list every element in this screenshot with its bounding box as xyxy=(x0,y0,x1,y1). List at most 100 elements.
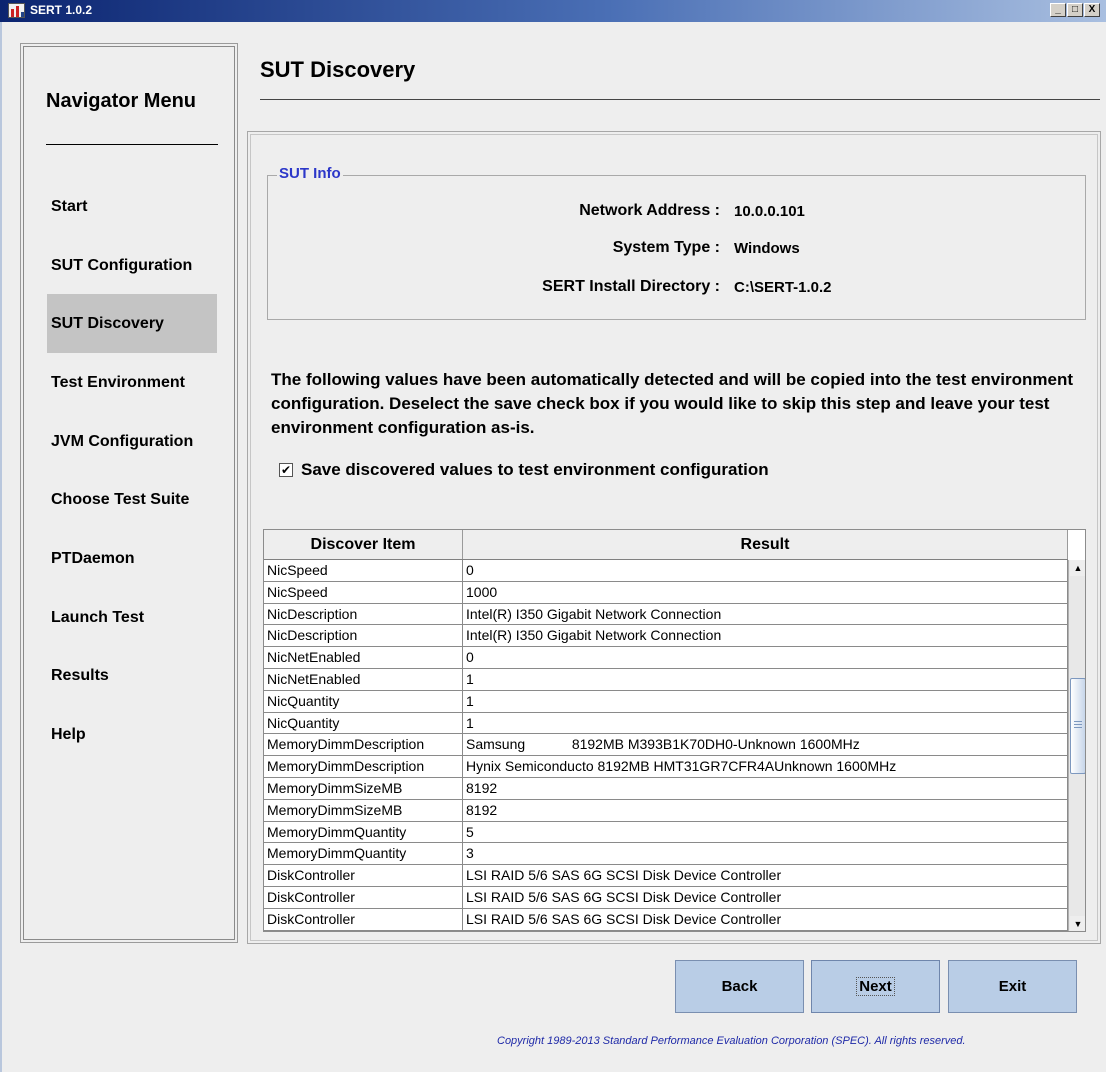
copyright-notice: Copyright 1989-2013 Standard Performance… xyxy=(497,1035,966,1047)
discover-item-cell: DiskController xyxy=(264,865,463,887)
result-cell: Intel(R) I350 Gigabit Network Connection xyxy=(463,625,1068,648)
table-row[interactable]: MemoryDimmQuantity 5 xyxy=(264,821,1068,844)
discover-item-cell: NicNetEnabled xyxy=(264,647,463,669)
system-type-label: System Type : xyxy=(612,239,720,256)
table-row[interactable]: MemoryDimmSizeMB 8192 xyxy=(264,777,1068,800)
sut-info-legend: SUT Info xyxy=(277,165,343,182)
discover-item-cell: MemoryDimmDescription xyxy=(264,756,463,778)
table-row[interactable]: MemoryDimmDescription Hynix Semiconducto … xyxy=(264,756,1068,778)
grip-line xyxy=(1074,727,1082,728)
table-body: NicSpeed 0 NicSpeed 1000 NicDescription Int… xyxy=(264,560,1068,931)
nav-item-launch-test[interactable]: Launch Test xyxy=(47,588,217,647)
table-row[interactable]: NicQuantity 1 xyxy=(264,712,1068,735)
scroll-up-arrow-icon[interactable]: ▲ xyxy=(1070,560,1085,576)
window-frame xyxy=(0,22,2,1072)
discover-item-cell: DiskController xyxy=(264,886,463,909)
nav-item-ptdaemon[interactable]: PTDaemon xyxy=(47,529,217,588)
nav-item-help[interactable]: Help xyxy=(47,705,217,764)
table-row[interactable]: NicNetEnabled 1 xyxy=(264,668,1068,691)
discover-item-cell: MemoryDimmDescription xyxy=(264,734,463,757)
discover-item-cell: MemoryDimmQuantity xyxy=(264,821,463,844)
discover-item-cell: NicQuantity xyxy=(264,712,463,735)
column-header-result[interactable]: Result xyxy=(463,530,1068,559)
navigator-separator xyxy=(46,144,218,145)
table-row[interactable]: MemoryDimmSizeMB 8192 xyxy=(264,799,1068,822)
result-cell: 1 xyxy=(463,690,1068,713)
minimize-button[interactable]: _ xyxy=(1050,3,1066,17)
result-cell: 1000 xyxy=(463,581,1068,604)
result-cell: 8192 xyxy=(463,799,1068,822)
result-cell: 3 xyxy=(463,843,1068,866)
table-row[interactable]: NicNetEnabled 0 xyxy=(264,647,1068,669)
result-cell: 1 xyxy=(463,668,1068,691)
nav-item-choose-test-suite[interactable]: Choose Test Suite xyxy=(47,470,217,529)
network-address-value: 10.0.0.101 xyxy=(734,203,805,220)
result-cell: LSI RAID 5/6 SAS 6G SCSI Disk Device Con… xyxy=(463,908,1068,931)
table-header: Discover Item Result xyxy=(264,530,1068,560)
network-address-label: Network Address : xyxy=(579,202,720,219)
table-row[interactable]: NicSpeed 0 xyxy=(264,560,1068,582)
nav-item-results[interactable]: Results xyxy=(47,646,217,705)
page-title: SUT Discovery xyxy=(260,57,416,82)
table-row[interactable]: NicSpeed 1000 xyxy=(264,581,1068,604)
grip-line xyxy=(1074,721,1082,722)
result-cell: 5 xyxy=(463,821,1068,844)
result-cell: LSI RAID 5/6 SAS 6G SCSI Disk Device Con… xyxy=(463,865,1068,887)
result-cell: 8192 xyxy=(463,777,1068,800)
save-discovered-option[interactable]: ✔ Save discovered values to test environ… xyxy=(279,460,769,480)
scroll-down-arrow-icon[interactable]: ▼ xyxy=(1070,916,1085,931)
title-divider xyxy=(260,99,1100,100)
close-button[interactable]: X xyxy=(1084,3,1100,17)
nav-item-start[interactable]: Start xyxy=(47,177,217,236)
nav-item-jvm-configuration[interactable]: JVM Configuration xyxy=(47,412,217,471)
nav-item-sut-discovery[interactable]: SUT Discovery xyxy=(47,294,217,353)
result-cell: Samsung 8192MB M393B1K70DH0-Unknown 1600… xyxy=(463,734,1068,757)
table-row[interactable]: NicDescription Intel(R) I350 Gigabit Netw… xyxy=(264,625,1068,648)
navigator-panel: Navigator Menu Start SUT Configuration S… xyxy=(20,43,238,943)
result-cell: 0 xyxy=(463,647,1068,669)
result-cell: 1 xyxy=(463,712,1068,735)
app-icon xyxy=(8,3,25,18)
next-button-label: Next xyxy=(856,977,895,996)
table-row[interactable]: MemoryDimmDescription Samsung 8192MB M393… xyxy=(264,734,1068,757)
exit-button[interactable]: Exit xyxy=(948,960,1077,1013)
column-header-discover-item[interactable]: Discover Item xyxy=(264,530,463,559)
result-cell: 0 xyxy=(463,560,1068,582)
scrollbar-thumb[interactable] xyxy=(1070,678,1085,774)
back-button[interactable]: Back xyxy=(675,960,804,1013)
discovery-table: Discover Item Result NicSpeed 0 NicSpeed 1… xyxy=(263,529,1086,932)
discover-item-cell: MemoryDimmSizeMB xyxy=(264,799,463,822)
table-row[interactable]: MemoryDimmQuantity 3 xyxy=(264,843,1068,866)
table-row[interactable]: NicDescription Intel(R) I350 Gigabit Netw… xyxy=(264,603,1068,626)
window-controls: _ □ X xyxy=(1050,3,1100,17)
navigator-panel-border: Navigator Menu Start SUT Configuration S… xyxy=(23,46,235,940)
discover-item-cell: NicSpeed xyxy=(264,560,463,582)
table-row[interactable]: DiskController LSI RAID 5/6 SAS 6G SCSI D… xyxy=(264,908,1068,931)
discover-item-cell: MemoryDimmQuantity xyxy=(264,843,463,866)
discover-item-cell: MemoryDimmSizeMB xyxy=(264,777,463,800)
result-cell: Hynix Semiconducto 8192MB HMT31GR7CFR4AU… xyxy=(463,756,1068,778)
window-titlebar[interactable]: SERT 1.0.2 _ □ X xyxy=(0,0,1106,22)
result-cell: LSI RAID 5/6 SAS 6G SCSI Disk Device Con… xyxy=(463,886,1068,909)
table-scrollbar[interactable]: ▲ ▼ xyxy=(1068,560,1085,931)
table-row[interactable]: NicQuantity 1 xyxy=(264,690,1068,713)
install-directory-value: C:\SERT-1.0.2 xyxy=(734,279,832,296)
next-button[interactable]: Next xyxy=(811,960,940,1013)
window-title: SERT 1.0.2 xyxy=(30,3,93,17)
system-type-value: Windows xyxy=(734,240,800,257)
grip-line xyxy=(1074,724,1082,725)
discover-item-cell: NicSpeed xyxy=(264,581,463,604)
table-row[interactable]: DiskController LSI RAID 5/6 SAS 6G SCSI D… xyxy=(264,886,1068,909)
discover-item-cell: NicDescription xyxy=(264,625,463,648)
save-checkbox-label: Save discovered values to test environme… xyxy=(301,460,769,479)
discover-item-cell: DiskController xyxy=(264,908,463,931)
nav-item-sut-configuration[interactable]: SUT Configuration xyxy=(47,236,217,295)
table-row[interactable]: DiskController LSI RAID 5/6 SAS 6G SCSI D… xyxy=(264,865,1068,887)
navigator-heading: Navigator Menu xyxy=(46,90,197,112)
result-cell: Intel(R) I350 Gigabit Network Connection xyxy=(463,603,1068,626)
maximize-button[interactable]: □ xyxy=(1067,3,1083,17)
save-checkbox[interactable]: ✔ xyxy=(279,463,293,477)
discover-item-cell: NicDescription xyxy=(264,603,463,626)
nav-item-test-environment[interactable]: Test Environment xyxy=(47,353,217,412)
discovery-description: The following values have been automatic… xyxy=(271,370,1073,437)
